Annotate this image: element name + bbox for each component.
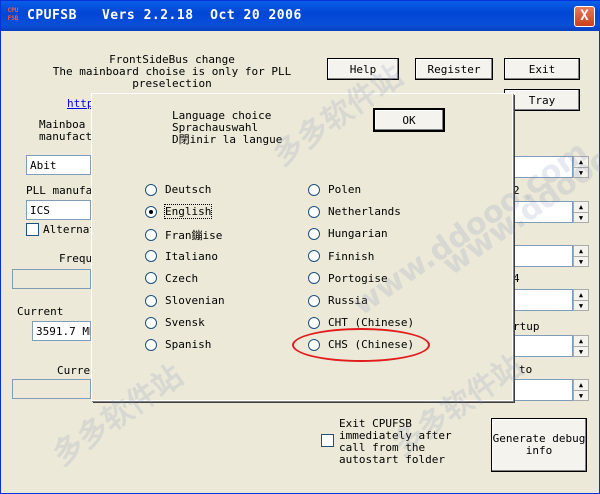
exit-immediately-label: Exit CPUFSB immediately after call from …: [339, 417, 452, 466]
language-dialog: Language choice Sprachauswahl D閉inir la …: [91, 93, 513, 401]
right-label-rtup: rtup: [513, 320, 540, 333]
generate-debug-button[interactable]: Generate debug info: [491, 418, 587, 472]
radio-button[interactable]: [308, 272, 320, 285]
cpufsb-window: CPU FSB CPUFSB Vers 2.2.18 Oct 20 2006 X…: [0, 0, 600, 494]
ok-button[interactable]: OK: [373, 108, 445, 132]
radio-button[interactable]: [308, 183, 320, 196]
language-option[interactable]: Polen: [308, 183, 361, 196]
spinner-6[interactable]: ▲ ▼: [573, 379, 589, 401]
language-option[interactable]: Portogise: [308, 272, 388, 285]
language-option[interactable]: Slovenian: [145, 294, 225, 307]
window-title: CPUFSB Vers 2.2.18 Oct 20 2006: [27, 8, 302, 23]
app-icon: CPU FSB: [7, 7, 19, 22]
language-label: Svensk: [165, 316, 205, 330]
right-label-2: 2: [513, 184, 520, 197]
right-field-4[interactable]: [513, 289, 573, 311]
radio-button[interactable]: [145, 183, 157, 196]
language-option[interactable]: Hungarian: [308, 227, 388, 240]
language-label: Spanish: [165, 338, 212, 352]
language-option[interactable]: CHT (Chinese): [308, 316, 414, 329]
language-label: Slovenian: [165, 294, 225, 307]
radio-button[interactable]: [145, 229, 157, 242]
spinner-2[interactable]: ▲ ▼: [573, 201, 589, 223]
exit-button[interactable]: Exit: [504, 58, 580, 80]
language-option[interactable]: Fran鏰ise: [145, 227, 222, 243]
language-label: Polen: [328, 183, 362, 196]
current2-field: [12, 379, 91, 399]
right-field-2[interactable]: [513, 201, 573, 223]
right-label-4: 4: [513, 272, 520, 285]
spinner-3[interactable]: ▲ ▼: [573, 245, 589, 267]
language-option[interactable]: Czech: [145, 272, 198, 285]
spinner-1[interactable]: ▲ ▼: [573, 156, 589, 178]
language-label: Hungarian: [328, 227, 388, 241]
homepage-link[interactable]: http: [67, 97, 94, 110]
radio-button[interactable]: [145, 205, 157, 218]
language-option[interactable]: Svensk: [145, 316, 205, 329]
language-option[interactable]: English: [145, 204, 213, 220]
right-field-5[interactable]: [513, 335, 573, 357]
language-option[interactable]: Netherlands: [308, 205, 401, 218]
language-label: Deutsch: [165, 183, 212, 196]
frequency-label: Frequ: [59, 252, 93, 265]
current-label: Current: [17, 305, 64, 318]
language-option[interactable]: Finnish: [308, 250, 374, 263]
radio-button[interactable]: [308, 316, 320, 329]
language-label: English: [163, 204, 213, 220]
right-field-3[interactable]: [513, 245, 573, 267]
radio-button[interactable]: [145, 294, 157, 307]
mainboard-select[interactable]: Abit: [26, 155, 91, 175]
close-button[interactable]: X: [574, 6, 595, 27]
exit-immediately-checkbox[interactable]: [321, 434, 334, 447]
language-option[interactable]: Spanish: [145, 338, 211, 351]
language-label: Italiano: [165, 249, 218, 263]
right-label-to: to: [519, 363, 533, 376]
language-option[interactable]: Russia: [308, 294, 368, 307]
spinner-5[interactable]: ▲ ▼: [573, 335, 589, 357]
dialog-heading: Language choice Sprachauswahl D閉inir la …: [172, 109, 283, 146]
language-option[interactable]: Italiano: [145, 250, 218, 263]
radio-button[interactable]: [308, 338, 320, 351]
frequency-field: [12, 269, 91, 289]
language-label: CHT (Chinese): [328, 316, 415, 330]
radio-button[interactable]: [145, 272, 157, 285]
radio-button[interactable]: [145, 338, 157, 351]
alternate-checkbox[interactable]: [26, 223, 39, 236]
tray-button[interactable]: Tray: [504, 89, 580, 111]
title-bar[interactable]: CPU FSB CPUFSB Vers 2.2.18 Oct 20 2006 X: [1, 1, 600, 31]
spinner-4[interactable]: ▲ ▼: [573, 289, 589, 311]
language-label: CHS (Chinese): [328, 338, 415, 352]
radio-button[interactable]: [145, 316, 157, 329]
language-option[interactable]: Deutsch: [145, 183, 211, 196]
radio-button[interactable]: [145, 250, 157, 263]
help-button[interactable]: Help: [327, 58, 399, 80]
radio-button[interactable]: [308, 294, 320, 307]
language-label: Russia: [328, 294, 368, 307]
radio-button[interactable]: [308, 205, 320, 218]
register-button[interactable]: Register: [415, 58, 493, 80]
language-label: Czech: [165, 271, 199, 285]
header-text: FrontSideBus change The mainboard choise…: [52, 53, 292, 90]
language-option[interactable]: CHS (Chinese): [308, 338, 414, 351]
radio-button[interactable]: [308, 250, 320, 263]
language-label: Portogise: [328, 271, 388, 285]
right-field-1[interactable]: [513, 156, 573, 178]
alternate-label: Alternat: [43, 223, 96, 236]
language-label: Fran鏰ise: [165, 229, 223, 243]
language-label: Netherlands: [328, 205, 401, 219]
radio-button[interactable]: [308, 227, 320, 240]
pll-select[interactable]: ICS: [26, 200, 91, 220]
pll-label: PLL manufac: [26, 184, 99, 197]
right-field-6[interactable]: [513, 379, 573, 401]
current-value-field: 3591.7 MH: [32, 321, 91, 341]
mainboard-label: Mainboa manufactu: [39, 118, 99, 143]
language-label: Finnish: [328, 249, 375, 263]
